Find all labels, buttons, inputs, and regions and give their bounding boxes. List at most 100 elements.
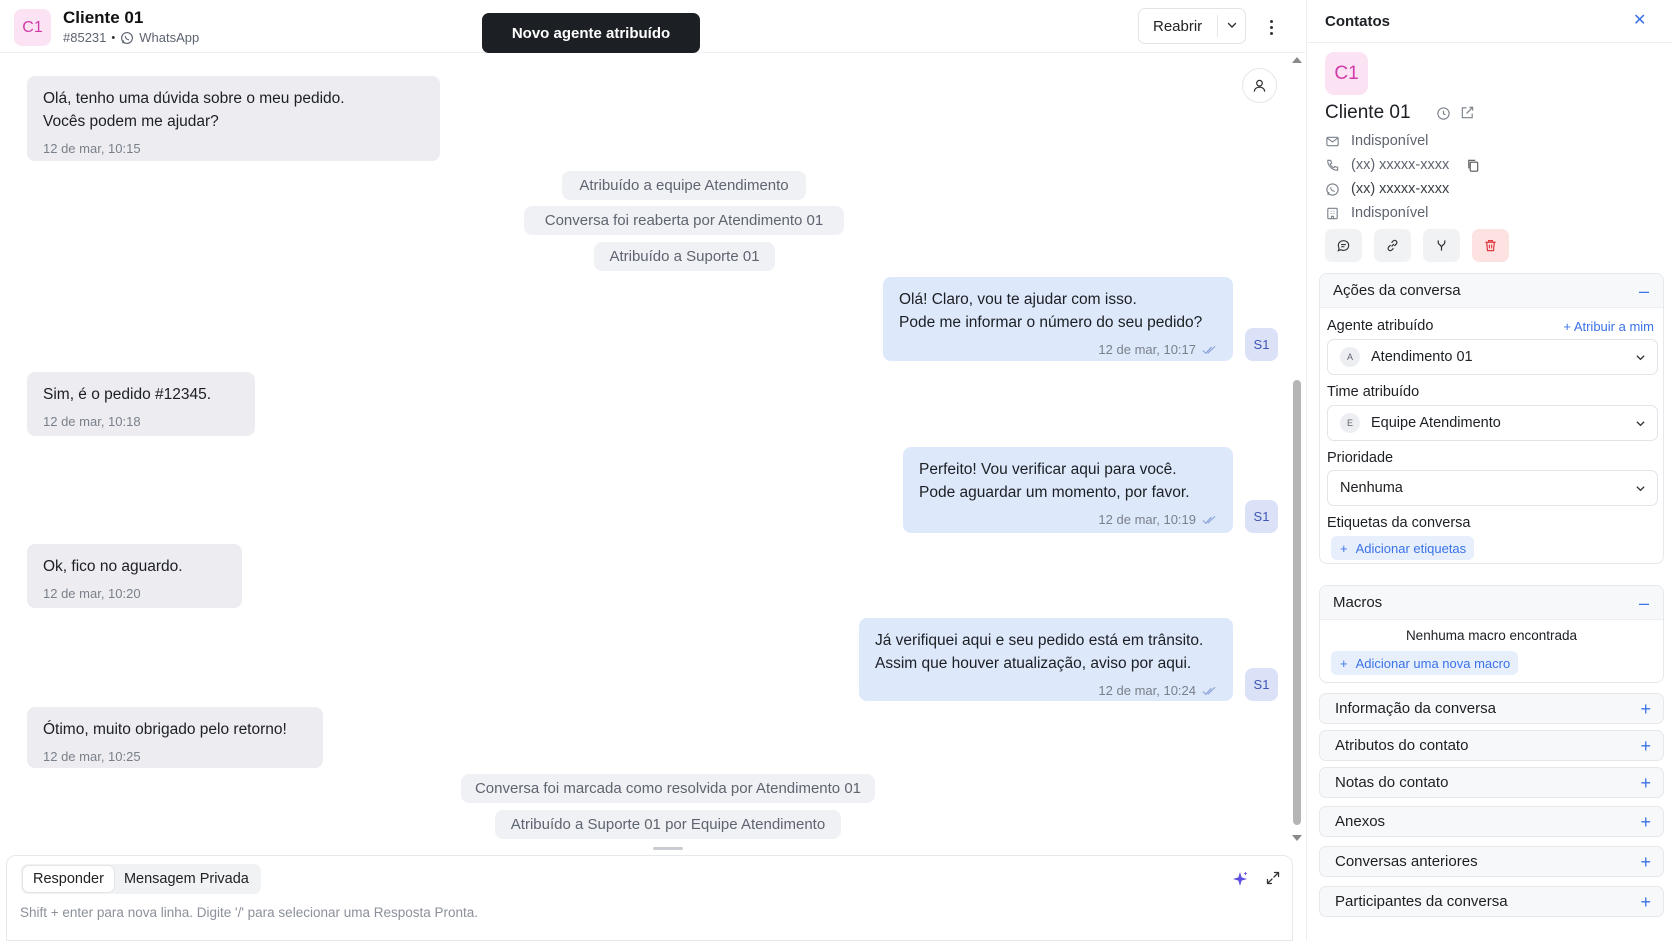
agent-select[interactable]: A Atendimento 01 [1327,339,1658,375]
section-attachments[interactable]: Anexos + [1319,806,1664,837]
message-time: 12 de mar, 10:24 [1098,683,1196,698]
avatar[interactable]: C1 [14,9,51,46]
plus-icon: + [1340,655,1348,671]
trash-icon [1485,240,1496,252]
section-conversation-info[interactable]: Informação da conversa + [1319,693,1664,724]
priority-label: Prioridade [1327,450,1394,466]
merge-button[interactable] [1423,229,1460,262]
contact-name[interactable]: Cliente 01 [63,8,143,28]
message-incoming[interactable]: Olá, tenho uma dúvida sobre o meu pedido… [27,76,440,161]
activity-event: Atribuído a equipe Atendimento [562,171,806,200]
close-icon[interactable]: ✕ [1633,13,1649,29]
section-title: Anexos [1335,813,1386,830]
reopen-button[interactable]: Reabrir [1138,8,1246,44]
reply-composer: Responder Mensagem Privada [6,855,1293,941]
message-text: Ok, fico no aguardo. [43,558,183,575]
plus-icon[interactable]: + [1640,893,1651,911]
contact-name: Cliente 01 [1325,102,1411,123]
section-contact-attributes[interactable]: Atributos do contato + [1319,730,1664,761]
composer-resize-handle[interactable] [653,847,683,850]
plus-icon: + [1340,540,1348,556]
ai-sparkle-icon[interactable] [1231,870,1249,888]
toast-notification: Novo agente atribuído [482,13,700,53]
message-outgoing[interactable]: Olá! Claro, vou te ajudar com isso. Pode… [883,277,1233,361]
assign-user-button[interactable] [1242,68,1277,103]
plus-icon[interactable]: + [1640,700,1651,718]
conversation-meta: #85231 • WhatsApp [63,30,199,45]
separator-dot: • [111,31,116,44]
delete-contact-button[interactable] [1472,229,1509,262]
section-contact-notes[interactable]: Notas do contato + [1319,767,1664,798]
message-incoming[interactable]: Sim, é o pedido #12345. 12 de mar, 10:18 [27,372,255,436]
message-icon [1337,240,1350,252]
assign-to-me-link[interactable]: + Atribuir a mim [1563,319,1654,334]
message-outgoing[interactable]: Perfeito! Vou verificar aqui para você. … [903,447,1233,533]
link-button[interactable] [1374,229,1411,262]
tab-reply[interactable]: Responder [23,866,114,892]
plus-icon[interactable]: + [1640,853,1651,871]
divider [1307,42,1672,43]
message-list: Olá, tenho uma dúvida sobre o meu pedido… [0,54,1290,851]
add-labels-button[interactable]: + Adicionar etiquetas [1331,536,1475,560]
priority-select[interactable]: Nenhuma [1327,470,1658,506]
new-message-button[interactable] [1325,229,1362,262]
link-icon [1387,239,1398,252]
team-initial: E [1340,413,1360,433]
contact-email-row: Indisponível [1325,131,1428,151]
collapse-icon[interactable]: – [1639,282,1649,300]
read-ticks-icon [1202,686,1216,695]
chevron-down-icon [1636,486,1645,492]
agent-avatar[interactable]: S1 [1245,668,1278,701]
collapse-icon[interactable]: – [1639,594,1649,612]
add-macro-button[interactable]: + Adicionar uma nova macro [1331,651,1519,675]
message-text: Já verifiquei aqui e seu pedido está em … [875,632,1204,672]
labels-label: Etiquetas da conversa [1327,515,1471,531]
section-title: Atributos do contato [1335,737,1469,754]
section-participants[interactable]: Participantes da conversa + [1319,886,1664,917]
message-text: Ótimo, muito obrigado pelo retorno! [43,721,287,738]
expand-icon[interactable] [1265,870,1281,886]
agent-avatar[interactable]: S1 [1245,500,1278,533]
message-time: 12 de mar, 10:17 [1098,342,1196,357]
contact-email: Indisponível [1351,133,1429,149]
section-previous-conversations[interactable]: Conversas anteriores + [1319,846,1664,877]
edit-icon[interactable] [1460,105,1475,120]
reopen-label: Reabrir [1153,17,1203,35]
sidebar-title: Contatos [1325,13,1390,30]
conversation-actions-header[interactable]: Ações da conversa – [1320,274,1663,308]
chevron-down-icon [1636,355,1645,361]
clock-icon[interactable] [1436,106,1451,121]
plus-icon[interactable]: + [1640,737,1651,755]
message-time-row: 12 de mar, 10:17 [899,338,1217,361]
team-value: Equipe Atendimento [1371,415,1501,431]
contact-phone-row: (xx) xxxxx-xxxx [1325,155,1481,175]
scrollbar-thumb[interactable] [1293,380,1301,825]
activity-event: Conversa foi reaberta por Atendimento 01 [524,206,844,235]
more-options-icon[interactable] [1260,14,1282,40]
message-time: 12 de mar, 10:19 [1098,512,1196,527]
message-incoming[interactable]: Ok, fico no aguardo. 12 de mar, 10:20 [27,544,242,608]
chevron-down-icon[interactable] [1225,18,1239,32]
macros-header[interactable]: Macros – [1320,586,1663,620]
scroll-down-icon[interactable] [1291,834,1303,842]
message-outgoing[interactable]: Já verifiquei aqui e seu pedido está em … [859,618,1233,701]
plus-icon[interactable]: + [1640,813,1651,831]
add-macro-label: Adicionar uma nova macro [1355,655,1511,671]
macros-empty-note: Nenhuma macro encontrada [1405,628,1578,643]
plus-icon[interactable]: + [1640,774,1651,792]
agent-avatar[interactable]: S1 [1245,328,1278,361]
message-time-row: 12 de mar, 10:19 [919,508,1217,531]
conversation-pane: C1 Cliente 01 #85231 • WhatsApp Novo age… [0,0,1305,941]
divider [1217,15,1218,37]
channel-name: WhatsApp [139,30,200,45]
message-input[interactable] [20,905,1020,920]
add-labels-label: Adicionar etiquetas [1355,540,1467,556]
message-incoming[interactable]: Ótimo, muito obrigado pelo retorno! 12 d… [27,707,323,768]
copy-icon[interactable] [1466,158,1481,173]
scroll-up-icon[interactable] [1291,56,1303,64]
message-time: 12 de mar, 10:25 [43,749,141,764]
section-title: Informação da conversa [1335,700,1496,717]
team-select[interactable]: E Equipe Atendimento [1327,405,1658,441]
contact-phone: (xx) xxxxx-xxxx [1351,157,1450,173]
tab-private-message[interactable]: Mensagem Privada [114,866,259,892]
